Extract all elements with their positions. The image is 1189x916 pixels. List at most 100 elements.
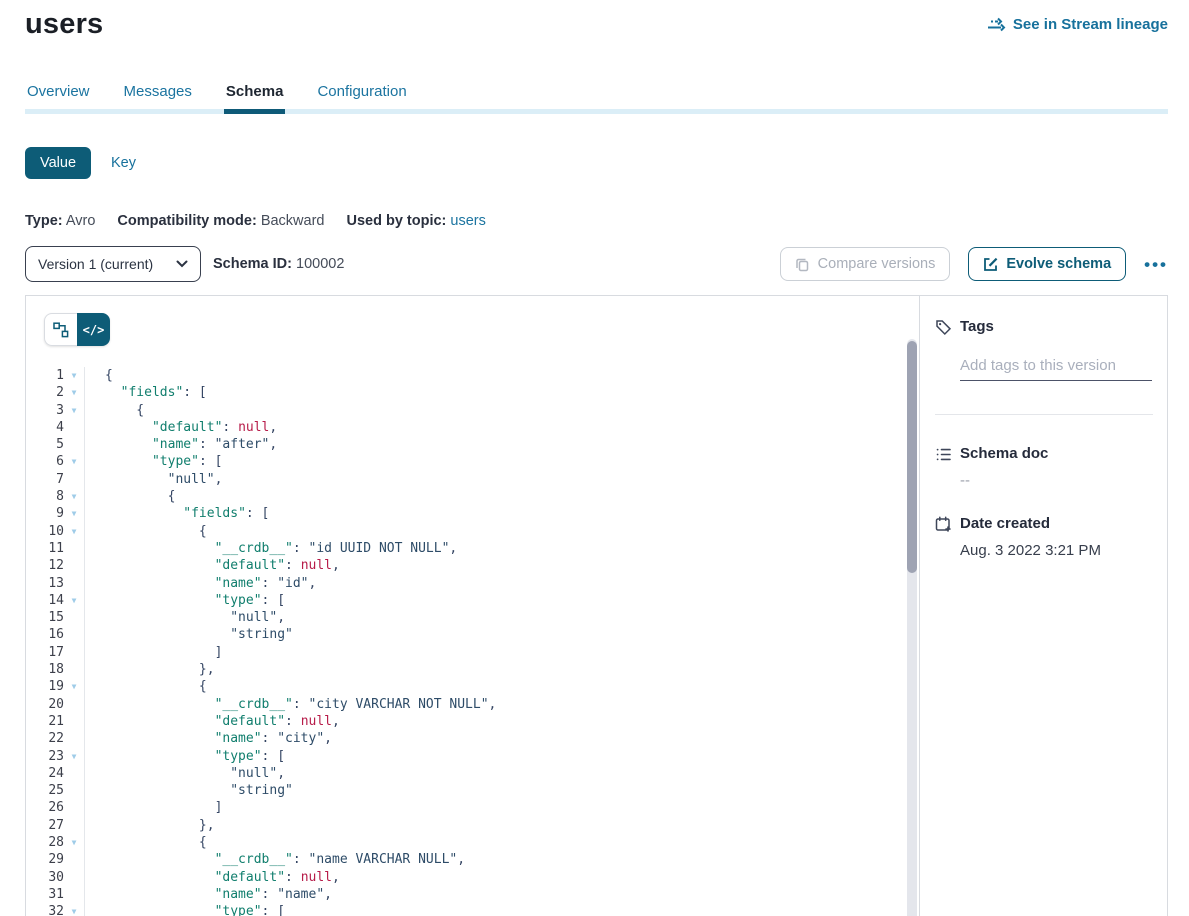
code-line: 7 "null", [26,471,919,488]
line-number: 29 [26,851,64,868]
code-line: 31 "name": "name", [26,886,919,903]
line-number: 18 [26,661,64,678]
schema-meta: Type: Avro Compatibility mode: Backward … [25,213,1168,229]
line-number: 14 [26,592,64,609]
topic-link[interactable]: users [450,213,485,229]
code-line: 12 "default": null, [26,557,919,574]
fold-marker[interactable]: ▼ [64,453,85,470]
editor-scrollbar-thumb[interactable] [907,341,917,573]
line-number: 12 [26,557,64,574]
line-number: 8 [26,488,64,505]
chevron-down-icon [176,260,188,268]
fold-marker[interactable]: ▼ [64,488,85,505]
line-number: 20 [26,696,64,713]
used-by-topic-field: Used by topic: users [346,213,485,229]
fold-marker[interactable]: ▼ [64,523,85,540]
code-line: 2▼ "fields": [ [26,384,919,401]
tags-heading: Tags [960,318,1153,335]
calendar-icon [935,515,952,559]
add-tags-input[interactable] [960,355,1152,381]
line-number: 2 [26,384,64,401]
schema-sidebar: Tags Schema doc -- [920,296,1167,916]
fold-marker [64,609,85,626]
code-line: 22 "name": "city", [26,730,919,747]
line-number: 23 [26,748,64,765]
line-number: 1 [26,367,64,384]
fold-marker[interactable]: ▼ [64,402,85,419]
tab-bar: OverviewMessagesSchemaConfiguration [25,79,1168,114]
tab-schema[interactable]: Schema [224,79,286,114]
fold-marker [64,730,85,747]
evolve-schema-button[interactable]: Evolve schema [968,247,1126,281]
line-number: 25 [26,782,64,799]
fold-marker [64,696,85,713]
fold-marker[interactable]: ▼ [64,903,85,916]
schema-code-panel: </> 1▼{2▼ "fields": [3▼ {4 "default": nu… [26,296,920,916]
schema-doc-heading: Schema doc [960,445,1153,462]
fold-marker [64,851,85,868]
fold-marker[interactable]: ▼ [64,834,85,851]
view-toggle: </> [44,313,110,346]
page-header: users See in Stream lineage [25,0,1168,41]
date-created-heading: Date created [960,515,1153,532]
tags-section: Tags [935,318,1153,381]
date-created-value: Aug. 3 2022 3:21 PM [960,542,1153,559]
code-line: 1▼{ [26,367,919,384]
fold-marker[interactable]: ▼ [64,678,85,695]
code-view-button[interactable]: </> [77,313,110,346]
editor-scrollbar-track[interactable] [907,339,917,916]
key-toggle-button[interactable]: Key [99,147,148,179]
line-number: 7 [26,471,64,488]
line-number: 17 [26,644,64,661]
fold-marker[interactable]: ▼ [64,384,85,401]
type-field: Type: Avro [25,213,95,229]
tab-underline [25,109,1168,114]
line-number: 19 [26,678,64,695]
fold-marker [64,419,85,436]
fold-marker [64,644,85,661]
fold-marker [64,765,85,782]
value-toggle-button[interactable]: Value [25,147,91,179]
line-number: 13 [26,575,64,592]
tree-view-icon [53,322,69,338]
code-line: 18 }, [26,661,919,678]
fold-marker [64,436,85,453]
fold-marker[interactable]: ▼ [64,592,85,609]
fold-marker [64,661,85,678]
fold-marker [64,471,85,488]
sidebar-divider [935,414,1153,415]
code-line: 21 "default": null, [26,713,919,730]
code-line: 16 "string" [26,626,919,643]
schema-json-editor: 1▼{2▼ "fields": [3▼ {4 "default": null,5… [26,367,919,916]
code-line: 32▼ "type": [ [26,903,919,916]
compare-versions-button[interactable]: Compare versions [780,247,951,281]
fold-marker[interactable]: ▼ [64,367,85,384]
fold-marker[interactable]: ▼ [64,505,85,522]
code-line: 24 "null", [26,765,919,782]
code-line: 14▼ "type": [ [26,592,919,609]
line-number: 3 [26,402,64,419]
code-line: 27 }, [26,817,919,834]
fold-marker [64,782,85,799]
fold-marker [64,886,85,903]
code-line: 11 "__crdb__": "id UUID NOT NULL", [26,540,919,557]
line-number: 27 [26,817,64,834]
fold-marker[interactable]: ▼ [64,748,85,765]
code-line: 17 ] [26,644,919,661]
code-line: 26 ] [26,799,919,816]
code-line: 25 "string" [26,782,919,799]
code-line: 19▼ { [26,678,919,695]
version-select[interactable]: Version 1 (current) [25,246,201,282]
code-line: 13 "name": "id", [26,575,919,592]
fold-marker [64,799,85,816]
code-line: 29 "__crdb__": "name VARCHAR NULL", [26,851,919,868]
code-line: 30 "default": null, [26,869,919,886]
line-number: 32 [26,903,64,916]
line-number: 16 [26,626,64,643]
fold-marker [64,575,85,592]
tree-view-button[interactable] [44,313,77,346]
code-line: 23▼ "type": [ [26,748,919,765]
line-number: 30 [26,869,64,886]
stream-lineage-link[interactable]: See in Stream lineage [987,16,1168,33]
more-options-button[interactable]: ••• [1144,252,1168,277]
